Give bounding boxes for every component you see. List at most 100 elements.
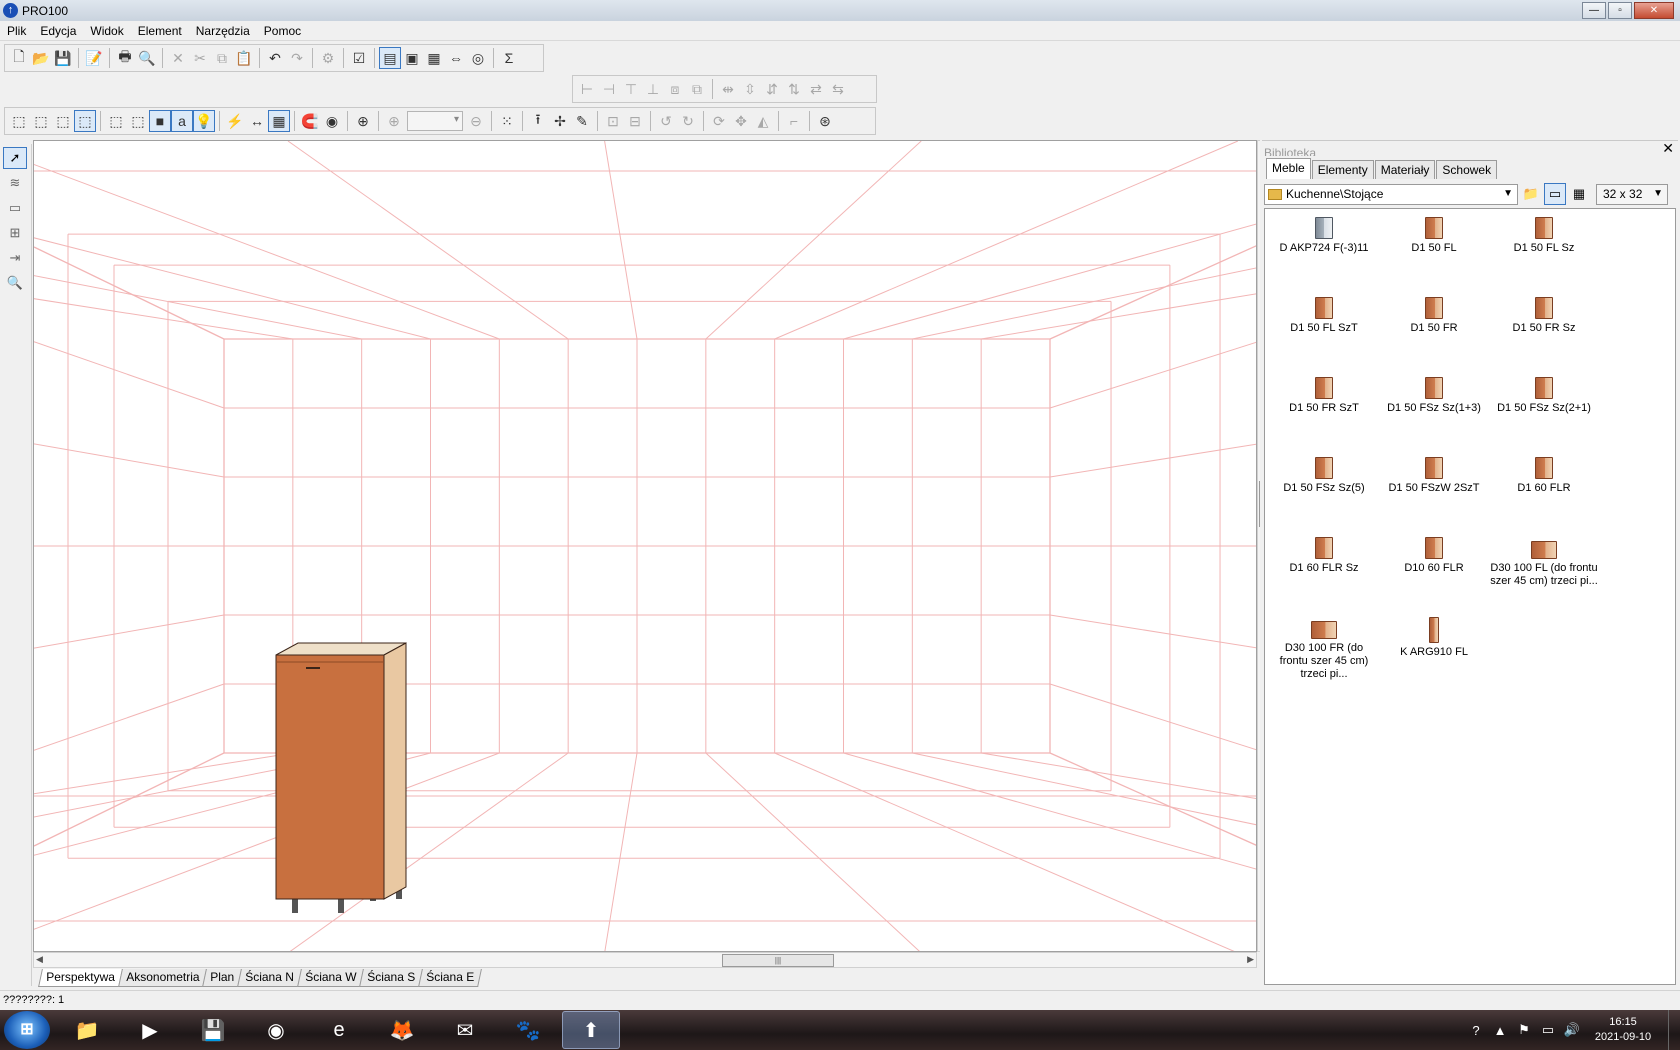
library-close-icon[interactable]: ✕ bbox=[1662, 141, 1674, 155]
properties-icon[interactable]: 📝 bbox=[83, 47, 105, 69]
library-item[interactable]: D1 50 FR Sz bbox=[1489, 297, 1599, 377]
open-folder-icon[interactable]: 📂 bbox=[30, 47, 52, 69]
taskbar-firefox-icon[interactable]: 🦊 bbox=[373, 1011, 431, 1049]
taskbar-internet-explorer-icon[interactable]: e bbox=[310, 1011, 368, 1049]
library-item[interactable]: D1 60 FLR bbox=[1489, 457, 1599, 537]
library-item[interactable]: D1 60 FLR Sz bbox=[1269, 537, 1379, 617]
network-icon[interactable]: ▭ bbox=[1538, 1022, 1558, 1038]
taskbar-chrome-icon[interactable]: ◉ bbox=[247, 1011, 305, 1049]
select-arrow-icon[interactable]: ➚ bbox=[3, 147, 27, 169]
taskbar-pro100-icon[interactable]: ⬆ bbox=[562, 1011, 620, 1049]
print-icon[interactable]: 🖶 bbox=[114, 47, 136, 69]
axis-move-icon[interactable]: ✢ bbox=[549, 110, 571, 132]
library-item[interactable]: D1 50 FR bbox=[1379, 297, 1489, 377]
magnet-icon[interactable]: 🧲 bbox=[299, 110, 321, 132]
snap-icon[interactable]: ⚡ bbox=[224, 110, 246, 132]
crosshair-icon[interactable]: ⊕ bbox=[352, 110, 374, 132]
menu-element[interactable]: Element bbox=[131, 24, 189, 38]
large-icons-view-icon[interactable]: ▭ bbox=[1544, 183, 1566, 205]
menu-plik[interactable]: Plik bbox=[0, 24, 33, 38]
move-walls-icon[interactable]: ≋ bbox=[3, 172, 27, 194]
menu-pomoc[interactable]: Pomoc bbox=[257, 24, 308, 38]
close-button[interactable]: ✕ bbox=[1634, 2, 1674, 19]
tab-materialy[interactable]: Materiały bbox=[1374, 160, 1436, 179]
library-item[interactable]: D1 50 FL bbox=[1379, 217, 1489, 297]
group-icon[interactable]: ⊡ bbox=[602, 110, 624, 132]
tray-expand-icon[interactable]: ▲ bbox=[1490, 1023, 1510, 1038]
distribute-depth-icon[interactable]: ⇵ bbox=[761, 78, 783, 100]
volume-icon[interactable]: 🔊 bbox=[1562, 1022, 1582, 1038]
hidden-lines-icon[interactable]: ⬚ bbox=[127, 110, 149, 132]
tab-sciana-e[interactable]: Ściana E bbox=[418, 969, 483, 987]
tab-sciana-s[interactable]: Ściana S bbox=[359, 969, 424, 987]
library-item[interactable]: D1 50 FSzW 2SzT bbox=[1379, 457, 1489, 537]
align-left-icon[interactable]: ⊢ bbox=[576, 78, 598, 100]
light-bulb-icon[interactable]: 💡 bbox=[193, 110, 215, 132]
grid-icon[interactable]: ▦ bbox=[268, 110, 290, 132]
rotate-right-icon[interactable]: ↻ bbox=[677, 110, 699, 132]
tab-elementy[interactable]: Elementy bbox=[1311, 160, 1374, 179]
align-back-icon[interactable]: ⧉ bbox=[686, 78, 708, 100]
scroll-left-arrow[interactable]: ◀ bbox=[36, 954, 43, 965]
icon-size-select[interactable]: 32 x 32 ▼ bbox=[1596, 183, 1668, 205]
distribute-tool-icon[interactable]: ⇥ bbox=[3, 247, 27, 269]
library-toggle-icon[interactable]: ▤ bbox=[379, 47, 401, 69]
library-item[interactable]: D10 60 FLR bbox=[1379, 537, 1489, 617]
folder-up-icon[interactable]: 📁 bbox=[1520, 183, 1542, 205]
redo-icon[interactable]: ↷ bbox=[286, 47, 308, 69]
help-icon[interactable]: ? bbox=[1466, 1023, 1486, 1038]
move-icon[interactable]: ✥ bbox=[730, 110, 752, 132]
rotate-left-icon[interactable]: ↺ bbox=[655, 110, 677, 132]
align-bottom-icon[interactable]: ⊥ bbox=[642, 78, 664, 100]
taskbar-gimp-icon[interactable]: 🐾 bbox=[499, 1011, 557, 1049]
tab-aksonometria[interactable]: Aksonometria bbox=[117, 969, 207, 987]
tab-perspektywa[interactable]: Perspektywa bbox=[38, 969, 123, 987]
maximize-button[interactable]: ▫ bbox=[1608, 2, 1632, 19]
box-view-2-icon[interactable]: ⬚ bbox=[30, 110, 52, 132]
kitchen-cabinet[interactable] bbox=[275, 642, 407, 913]
tab-plan[interactable]: Plan bbox=[202, 969, 243, 987]
menu-widok[interactable]: Widok bbox=[83, 24, 130, 38]
shaded-icon[interactable]: ■ bbox=[149, 110, 171, 132]
help-target-icon[interactable]: ⊛ bbox=[814, 110, 836, 132]
list-view-icon[interactable]: ▦ bbox=[1568, 183, 1590, 205]
library-item[interactable]: D1 50 FL Sz bbox=[1489, 217, 1599, 297]
menu-edycja[interactable]: Edycja bbox=[33, 24, 83, 38]
clock[interactable]: 16:15 2021-09-10 bbox=[1586, 1015, 1660, 1045]
texture-icon[interactable]: a bbox=[171, 110, 193, 132]
tab-sciana-w[interactable]: Ściana W bbox=[296, 969, 365, 987]
materials-icon[interactable]: ▦ bbox=[423, 47, 445, 69]
rotate-icon[interactable]: ⟳ bbox=[708, 110, 730, 132]
corner-icon[interactable]: ⌐ bbox=[783, 110, 805, 132]
horizontal-scrollbar[interactable]: ◀ ||| ▶ bbox=[33, 952, 1257, 968]
paste-icon[interactable]: 📋 bbox=[233, 47, 255, 69]
taskbar-file-explorer-icon[interactable]: 📁 bbox=[58, 1011, 116, 1049]
zoom-combo[interactable] bbox=[407, 111, 463, 131]
show-desktop-button[interactable] bbox=[1668, 1010, 1680, 1050]
copy-icon[interactable]: ⧉ bbox=[211, 47, 233, 69]
align-tool-icon[interactable]: ⊞ bbox=[3, 222, 27, 244]
align-top-icon[interactable]: ⊤ bbox=[620, 78, 642, 100]
measure-icon[interactable]: ↔ bbox=[246, 110, 268, 132]
box-view-4-icon[interactable]: ⬚ bbox=[74, 110, 96, 132]
library-item[interactable]: D1 50 FSz Sz(1+3) bbox=[1379, 377, 1489, 457]
menu-narzedzia[interactable]: Narzędzia bbox=[189, 24, 257, 38]
taskbar-mail-icon[interactable]: ✉ bbox=[436, 1011, 494, 1049]
sum-icon[interactable]: Σ bbox=[498, 47, 520, 69]
library-item[interactable]: K ARG910 FL bbox=[1379, 617, 1489, 697]
library-item[interactable]: D1 50 FSz Sz(5) bbox=[1269, 457, 1379, 537]
pack-icon[interactable]: ⇆ bbox=[827, 78, 849, 100]
3d-viewport[interactable] bbox=[33, 140, 1257, 952]
cut-icon[interactable]: ✂ bbox=[189, 47, 211, 69]
distribute-v-icon[interactable]: ⇳ bbox=[739, 78, 761, 100]
minimize-button[interactable]: — bbox=[1582, 2, 1606, 19]
price-icon[interactable]: ◎ bbox=[467, 47, 489, 69]
ungroup-icon[interactable]: ⊟ bbox=[624, 110, 646, 132]
print-preview-icon[interactable]: 🔍 bbox=[136, 47, 158, 69]
library-item[interactable]: D AKP724 F(-3)11 bbox=[1269, 217, 1379, 297]
box-view-3-icon[interactable]: ⬚ bbox=[52, 110, 74, 132]
tab-meble[interactable]: Meble bbox=[1266, 158, 1311, 179]
align-front-icon[interactable]: ⧈ bbox=[664, 78, 686, 100]
stack-icon[interactable]: ⇅ bbox=[783, 78, 805, 100]
new-file-icon[interactable]: 🗋 bbox=[8, 47, 30, 69]
